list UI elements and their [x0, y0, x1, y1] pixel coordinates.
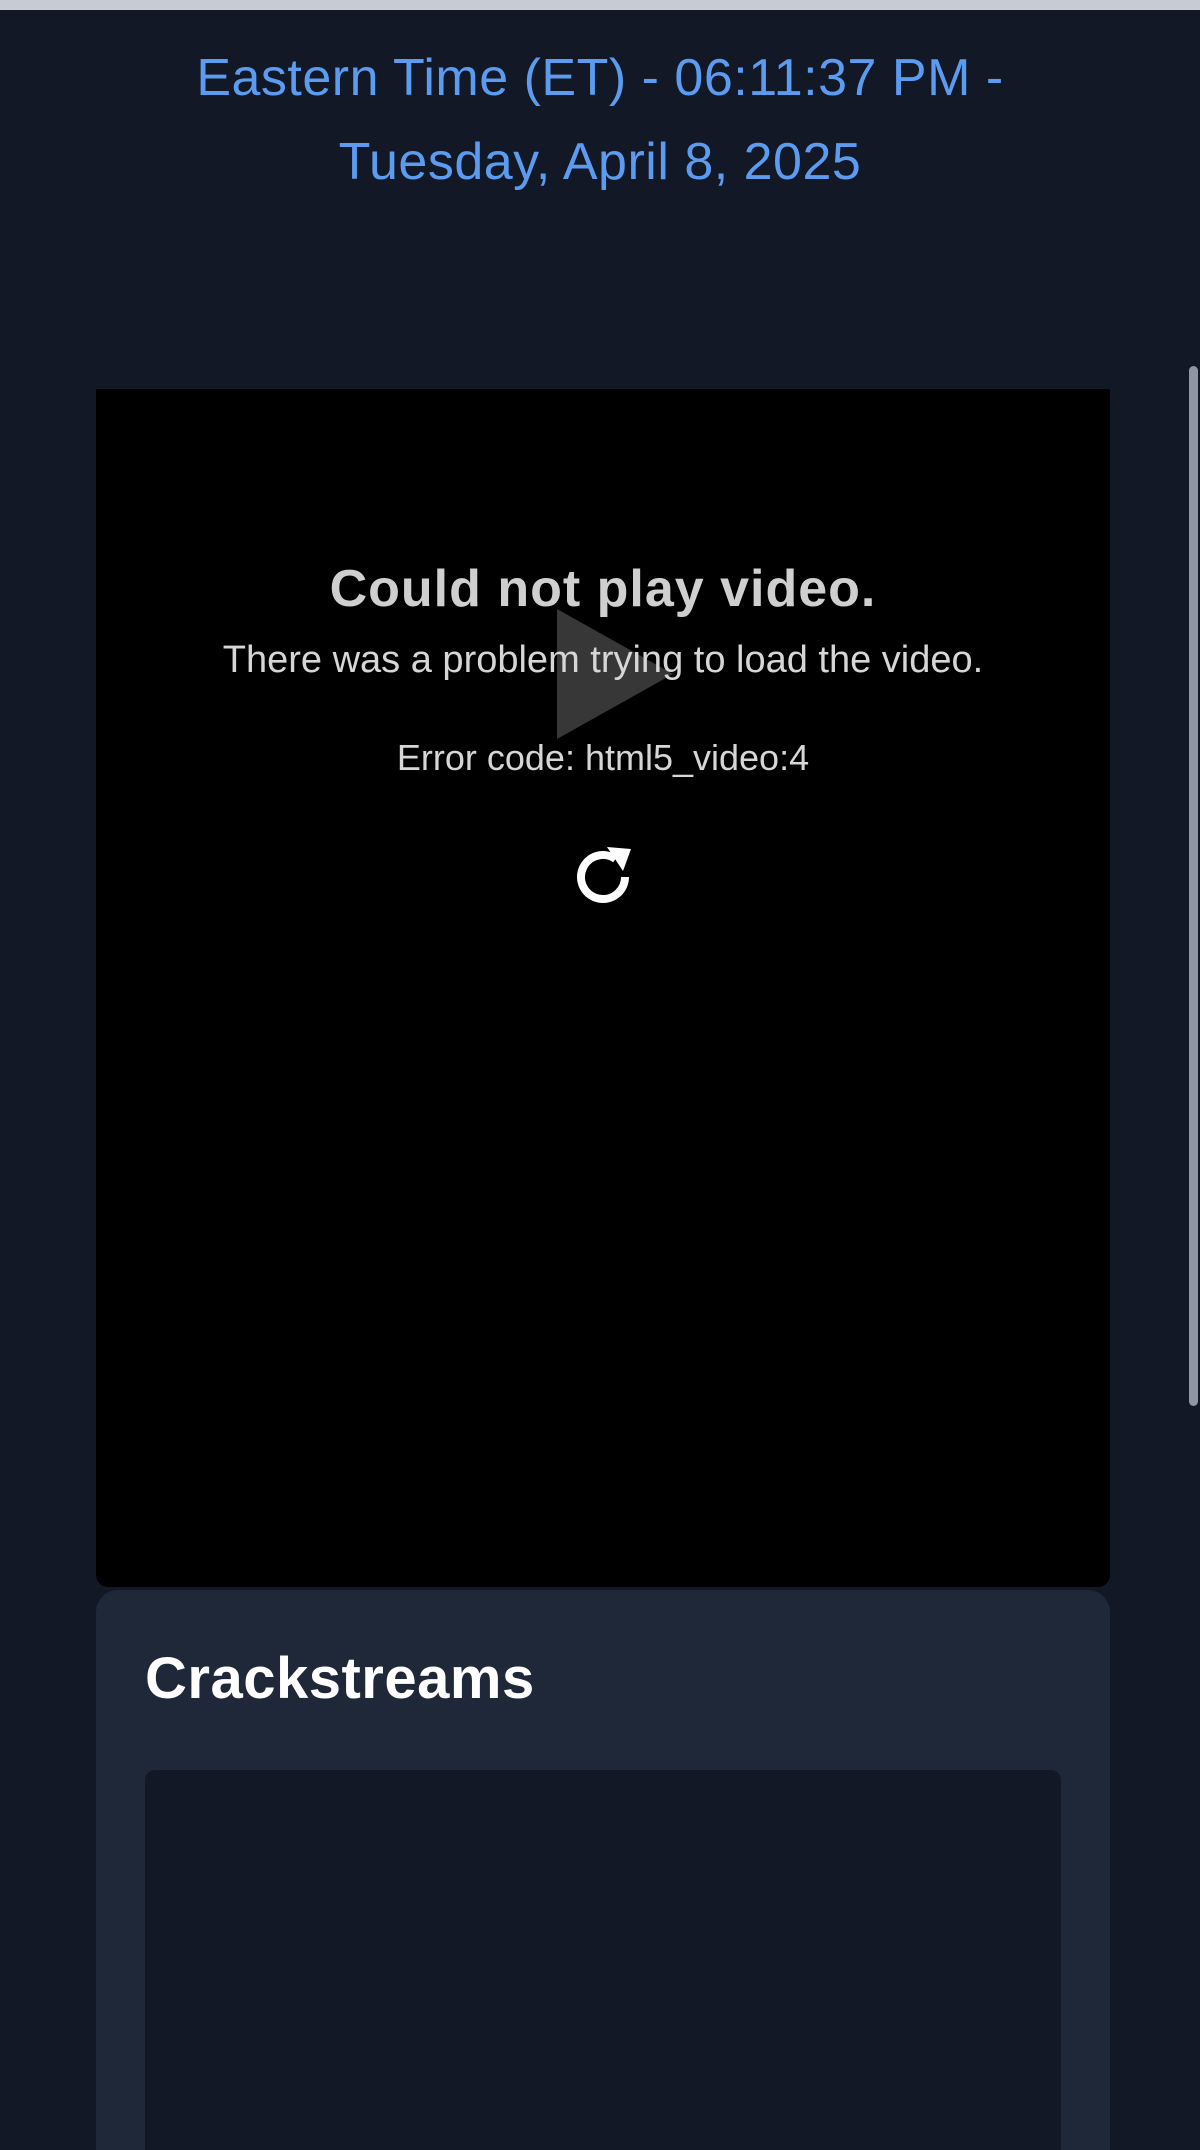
card-content-area — [145, 1770, 1061, 2150]
card-title: Crackstreams — [145, 1646, 535, 1711]
crackstreams-card: Crackstreams — [96, 1590, 1110, 2150]
error-code: Error code: html5_video:4 — [396, 737, 810, 778]
browser-top-bar — [0, 0, 1200, 10]
reload-icon[interactable] — [569, 843, 637, 911]
error-title: Could not play video. — [329, 560, 877, 618]
eastern-time-header: Eastern Time (ET) - 06:11:37 PM - Tuesda… — [120, 36, 1080, 204]
time-header-line-1: Eastern Time (ET) - 06:11:37 PM - — [196, 49, 1004, 107]
scrollbar[interactable] — [1184, 10, 1200, 2140]
error-message: There was a problem trying to load the v… — [222, 639, 984, 681]
time-header-line-2: Tuesday, April 8, 2025 — [338, 133, 862, 191]
video-player[interactable]: Could not play video. There was a proble… — [96, 389, 1110, 1587]
scrollbar-thumb[interactable] — [1189, 366, 1198, 1406]
